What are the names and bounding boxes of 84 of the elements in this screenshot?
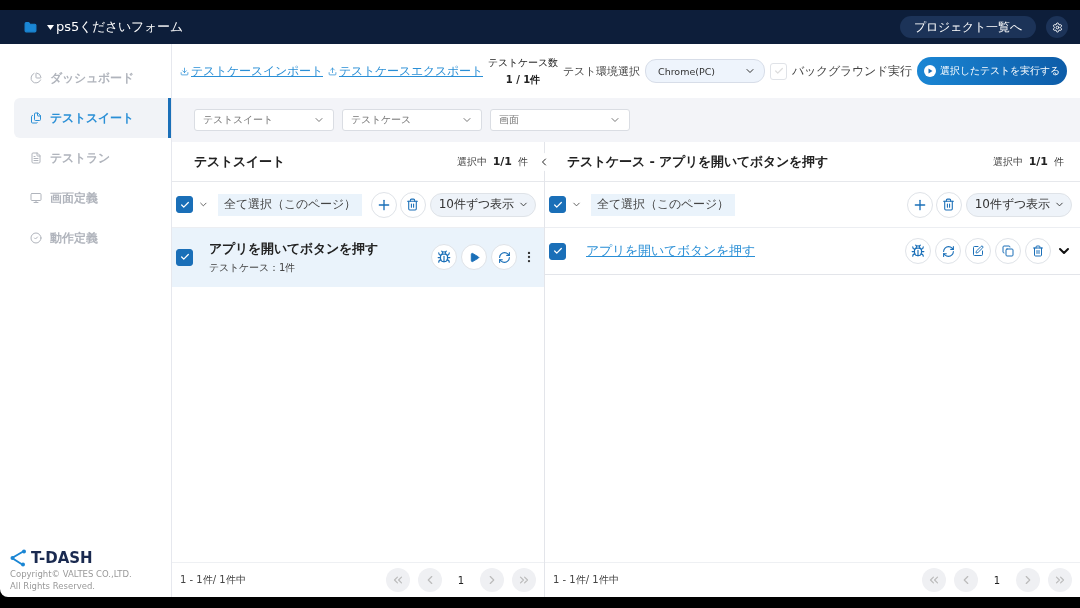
check-icon — [773, 66, 784, 76]
refresh-button[interactable] — [935, 238, 961, 264]
run-button[interactable]: 選択したテストを実行する — [917, 57, 1067, 85]
edit-icon — [972, 245, 984, 257]
logo: T-DASH — [31, 549, 93, 567]
sidebar-label: 画面定義 — [50, 189, 98, 207]
delete-button[interactable] — [1025, 238, 1051, 264]
unit-label: 件 — [518, 154, 528, 169]
page-number: 1 — [993, 574, 1000, 586]
count-label: テストケース数 — [488, 55, 558, 70]
add-button[interactable] — [906, 191, 933, 218]
download-icon — [180, 66, 189, 76]
case-link[interactable]: アプリを開いてボタンを押す — [586, 242, 755, 260]
count-value: 1 / 1件 — [505, 72, 541, 87]
check-icon — [552, 246, 563, 256]
select-all-button[interactable]: 全て選択（このページ） — [591, 193, 735, 216]
copyright-text: Copyright© VALTES CO.,LTD. — [10, 569, 133, 579]
play-icon — [924, 65, 936, 77]
select-all-button[interactable]: 全て選択（このページ） — [217, 193, 362, 216]
page-number: 1 — [457, 574, 464, 586]
checkbox[interactable] — [176, 196, 193, 213]
bug-button[interactable] — [905, 238, 931, 264]
selected-count: 1/1 — [492, 155, 512, 168]
selected-count: 1/1 — [1028, 155, 1048, 168]
sidebar-label: ダッシュボード — [50, 69, 134, 87]
copy-icon — [1002, 245, 1014, 257]
caret-icon[interactable] — [47, 24, 54, 30]
trash-icon — [406, 198, 420, 211]
sidebar-label: テストラン — [50, 149, 110, 167]
folder-icon[interactable] — [24, 20, 37, 34]
background-label: バックグラウンド実行 — [792, 62, 912, 80]
bug-icon — [911, 244, 925, 258]
panel-title: テストスイート — [194, 152, 285, 171]
export-link[interactable]: テストケースエクスポート — [328, 62, 483, 80]
selected-label: 選択中 — [456, 154, 487, 169]
copy-button[interactable] — [995, 238, 1021, 264]
panel-title: テストケース - アプリを開いてボタンを押す — [567, 152, 829, 171]
selected-label: 選択中 — [992, 154, 1023, 169]
env-label: テスト環境選択 — [563, 63, 640, 79]
trash-icon — [1032, 245, 1044, 257]
edit-button[interactable] — [965, 238, 991, 264]
add-button[interactable] — [370, 191, 397, 218]
bug-button[interactable] — [431, 244, 457, 270]
settings-button[interactable] — [1046, 16, 1068, 38]
logo-icon — [10, 549, 28, 567]
screen-icon — [30, 192, 42, 204]
settings-icon — [1051, 21, 1063, 33]
trash-icon — [942, 198, 956, 211]
page-size-select[interactable]: 10件ずつ表示 — [965, 192, 1072, 217]
upload-icon — [328, 66, 337, 76]
sidebar-item[interactable]: テストスイート — [14, 98, 171, 138]
filter-select[interactable]: 画面 — [490, 109, 630, 131]
refresh-icon — [497, 250, 511, 264]
sidebar-label: 動作定義 — [50, 229, 98, 247]
checkbox[interactable] — [549, 196, 566, 213]
unit-label: 件 — [1054, 154, 1064, 169]
range-text: 1 - 1件/ 1件中 — [553, 573, 619, 587]
delete-button[interactable] — [935, 191, 962, 218]
refresh-icon — [941, 244, 955, 258]
range-text: 1 - 1件/ 1件中 — [180, 573, 246, 587]
double-chevron-right-icon — [1053, 573, 1067, 587]
filter-select[interactable]: テストスイート — [194, 109, 334, 131]
bug-icon — [437, 250, 451, 264]
check-icon — [179, 199, 190, 210]
check-icon — [179, 252, 190, 262]
page-size-select[interactable]: 10件ずつ表示 — [429, 192, 536, 217]
filter-select[interactable]: テストケース — [342, 109, 482, 131]
suite-title: アプリを開いてボタンを押す — [209, 239, 378, 258]
project-list-button[interactable]: プロジェクト一覧へ — [900, 16, 1036, 38]
checkbox[interactable] — [176, 248, 193, 266]
rights-text: All Rights Reserved. — [10, 581, 97, 591]
suite-row[interactable]: アプリを開いてボタンを押す テストケース：1件 — [172, 228, 544, 287]
check-icon — [552, 199, 563, 210]
project-selector[interactable]: ps5くださいフォーム — [56, 18, 184, 36]
double-chevron-right-icon — [517, 573, 531, 587]
play-button[interactable] — [461, 244, 487, 270]
delete-button[interactable] — [399, 191, 426, 218]
suite-subtitle: テストケース：1件 — [209, 260, 297, 275]
checkbox[interactable] — [549, 242, 566, 260]
import-link[interactable]: テストケースインポート — [180, 62, 323, 80]
play-icon — [468, 251, 480, 263]
refresh-button[interactable] — [491, 244, 517, 270]
sidebar-label: テストスイート — [50, 109, 134, 127]
env-select[interactable]: Chrome(PC) — [645, 59, 765, 83]
